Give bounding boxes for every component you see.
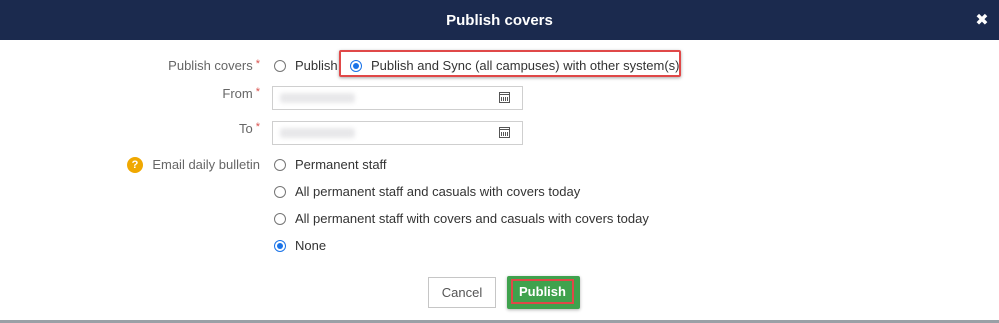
radio-none-label: None [295,238,327,253]
from-label-text: From [222,86,253,101]
close-icon[interactable]: ✖ [973,11,991,29]
required-mark: * [255,58,260,70]
publish-button-container[interactable]: Publish [507,276,580,309]
radio-publish-and-sync-label: Publish and Sync (all campuses) with oth… [371,58,680,73]
calendar-icon[interactable] [499,92,510,103]
radio-permanent-with-covers-label: All permanent staff with covers and casu… [295,211,649,226]
blurred-date-value [280,93,355,103]
radio-publish-button[interactable] [274,59,286,72]
radio-none-button[interactable] [274,239,286,252]
radio-all-permanent-and-casuals-button[interactable] [274,185,286,198]
radio-permanent-staff-label: Permanent staff [295,157,387,172]
publish-button[interactable]: Publish [511,279,574,304]
radio-publish-label: Publish [295,58,338,73]
radio-publish[interactable]: Publish [274,58,338,73]
cancel-button[interactable]: Cancel [428,277,496,308]
radio-all-permanent-and-casuals-label: All permanent staff and casuals with cov… [295,184,581,199]
publish-covers-label: Publish covers * [60,58,260,73]
required-mark: * [255,86,260,98]
to-date-input[interactable] [272,121,523,145]
calendar-icon[interactable] [499,127,510,138]
dialog-title: Publish covers [446,11,553,29]
dialog-title-bar: Publish covers ✖ [0,0,999,40]
required-mark: * [255,121,260,133]
blurred-date-value [280,128,355,138]
to-label-text: To [238,121,253,136]
help-icon[interactable]: ? [127,157,143,173]
radio-permanent-staff-button[interactable] [274,158,286,171]
email-daily-bulletin-label: Email daily bulletin [152,157,260,172]
radio-permanent-with-covers[interactable]: All permanent staff with covers and casu… [274,211,649,226]
from-label: From * [60,86,260,101]
radio-none[interactable]: None [274,238,326,253]
to-label: To * [60,121,260,136]
publish-covers-label-text: Publish covers [168,58,253,73]
from-date-input[interactable] [272,86,523,110]
radio-all-permanent-and-casuals[interactable]: All permanent staff and casuals with cov… [274,184,580,199]
radio-publish-and-sync-button[interactable] [350,59,362,72]
radio-permanent-with-covers-button[interactable] [274,212,286,225]
radio-publish-and-sync[interactable]: Publish and Sync (all campuses) with oth… [350,58,680,73]
radio-permanent-staff[interactable]: Permanent staff [274,157,387,172]
